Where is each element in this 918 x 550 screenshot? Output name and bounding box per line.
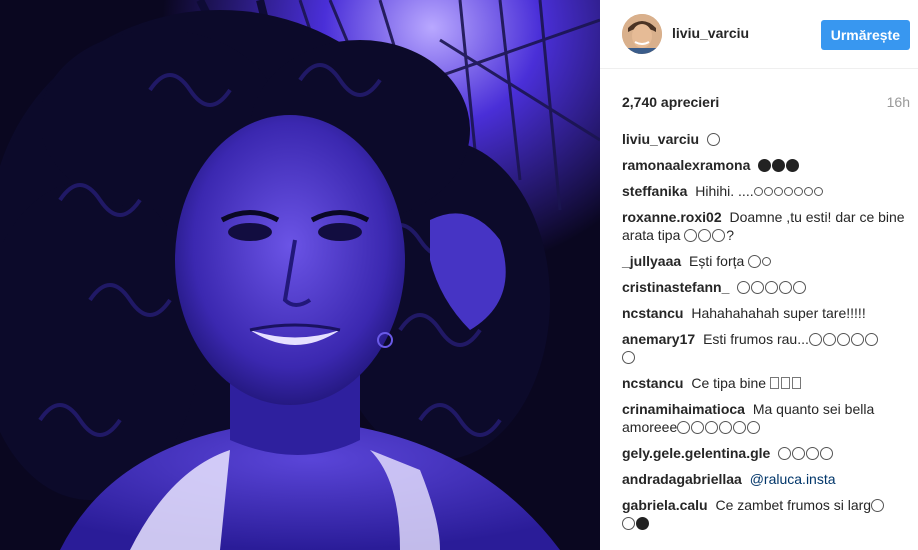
comment-username[interactable]: anemary17 <box>622 331 695 347</box>
follow-button[interactable]: Urmărește <box>820 20 910 50</box>
comment-username[interactable]: crinamihaimatioca <box>622 401 745 417</box>
selfie-image <box>0 0 600 550</box>
comment-text: Ce zambet frumos si larg <box>715 497 872 513</box>
comment-item: ncstancu Hahahahahah super tare!!!!! <box>622 304 910 322</box>
comment-username[interactable]: liviu_varciu <box>622 131 699 147</box>
post-photo[interactable] <box>0 0 600 550</box>
smile-emoji-icon <box>871 499 885 512</box>
comment-item: gabriela.calu Ce zambet frumos si larg <box>622 496 910 532</box>
post-header: liviu_varciu Urmărește <box>600 0 918 69</box>
comment-item: ramonaalexramona <box>622 156 910 174</box>
laugh-emoji-icon <box>747 421 761 434</box>
laugh-emoji-icon <box>705 421 719 434</box>
post-username[interactable]: liviu_varciu <box>672 25 749 41</box>
comment-text: Hihihi. .... <box>695 183 754 199</box>
comment-username[interactable]: andradagabriellaa <box>622 471 742 487</box>
laugh-emoji-icon <box>793 281 807 294</box>
comment-username[interactable]: _jullyaaa <box>622 253 681 269</box>
comment-text: Hahahahahah super tare!!!!! <box>691 305 866 321</box>
comment-item: andradagabriellaa @raluca.insta <box>622 470 910 488</box>
clover-emoji-icon <box>636 517 649 530</box>
comment-item: liviu_varciu <box>622 130 910 148</box>
comment-item: cristinastefann_ <box>622 278 910 296</box>
laugh-emoji-icon <box>691 421 705 434</box>
likes-count[interactable]: 2,740 aprecieri <box>622 94 719 110</box>
comment-item: roxanne.roxi02 Doamne ,tu esti! dar ce b… <box>622 209 905 243</box>
smile-emoji-icon <box>622 517 635 530</box>
avatar-image <box>622 14 662 54</box>
comment-username[interactable]: ncstancu <box>622 375 683 391</box>
surprised-emoji-icon <box>808 333 822 346</box>
laugh-emoji-icon <box>773 187 783 196</box>
avatar[interactable] <box>622 14 662 54</box>
post-time[interactable]: 16h <box>887 94 910 110</box>
comment-text: Ești forța <box>689 253 745 269</box>
comment-username[interactable]: gabriela.calu <box>622 497 708 513</box>
comments-list: liviu_varciu ramonaalexramona steffanika… <box>622 130 910 540</box>
kiss-emoji-icon <box>772 159 786 172</box>
comment-username[interactable]: cristinastefann_ <box>622 279 729 295</box>
laugh-emoji-icon <box>763 187 773 196</box>
laugh-emoji-icon <box>677 421 691 434</box>
comment-username[interactable]: gely.gele.gelentina.gle <box>622 445 770 461</box>
kiss-emoji-icon <box>786 159 800 172</box>
surprised-emoji-icon <box>850 333 864 346</box>
comment-item: anemary17 Esti frumos rau... <box>622 330 910 366</box>
laugh-emoji-icon <box>813 187 823 196</box>
laugh-emoji-icon <box>751 281 765 294</box>
smile-emoji-icon <box>684 229 698 242</box>
smile-emoji-icon <box>748 255 762 268</box>
comment-mention-link[interactable]: @raluca.insta <box>750 471 836 487</box>
comment-item: crinamihaimatioca Ma quanto sei bella am… <box>622 400 910 436</box>
comment-text: Esti frumos rau... <box>703 331 809 347</box>
comment-item: gely.gele.gelentina.gle <box>622 444 910 462</box>
laugh-emoji-icon <box>783 187 793 196</box>
surprised-emoji-icon <box>864 333 878 346</box>
post-view: liviu_varciu Urmărește 2,740 aprecieri 1… <box>0 0 918 550</box>
comment-text: Ce tipa bine <box>691 375 767 391</box>
comment-username[interactable]: ramonaalexramona <box>622 157 750 173</box>
likes-row: 2,740 aprecieri 16h <box>622 94 910 114</box>
comment-item: _jullyaaa Ești forța <box>622 252 910 270</box>
laugh-emoji-icon <box>779 281 793 294</box>
comment-username[interactable]: ncstancu <box>622 305 683 321</box>
top-emoji-icon <box>762 257 772 266</box>
missing-glyph-icon <box>769 377 779 389</box>
missing-glyph-icon <box>780 377 790 389</box>
laugh-emoji-icon <box>803 187 813 196</box>
laugh-emoji-icon <box>733 421 747 434</box>
surprised-emoji-icon <box>836 333 850 346</box>
laugh-emoji-icon <box>753 187 763 196</box>
surprised-emoji-icon <box>622 351 635 364</box>
laugh-emoji-icon <box>719 421 733 434</box>
ghost-emoji-icon <box>706 133 720 146</box>
laugh-emoji-icon <box>820 447 834 460</box>
surprised-emoji-icon <box>822 333 836 346</box>
laugh-emoji-icon <box>737 281 751 294</box>
laugh-emoji-icon <box>778 447 792 460</box>
smile-emoji-icon <box>712 229 726 242</box>
comment-item: ncstancu Ce tipa bine <box>622 374 910 392</box>
smile-emoji-icon <box>698 229 712 242</box>
missing-glyph-icon <box>791 377 801 389</box>
laugh-emoji-icon <box>765 281 779 294</box>
comment-item: steffanika Hihihi. .... <box>622 182 910 200</box>
post-sidebar: liviu_varciu Urmărește 2,740 aprecieri 1… <box>600 0 918 550</box>
comment-username[interactable]: roxanne.roxi02 <box>622 209 722 225</box>
laugh-emoji-icon <box>806 447 820 460</box>
laugh-emoji-icon <box>793 187 803 196</box>
laugh-emoji-icon <box>792 447 806 460</box>
comment-username[interactable]: steffanika <box>622 183 687 199</box>
kiss-emoji-icon <box>758 159 772 172</box>
